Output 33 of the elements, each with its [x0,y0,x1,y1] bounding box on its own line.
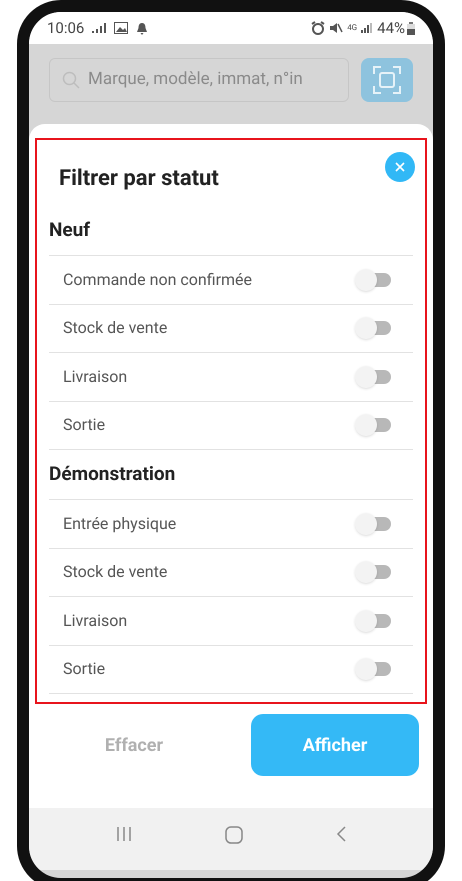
status-label: Sortie [63,414,106,436]
home-icon[interactable] [224,826,243,844]
close-button[interactable] [385,152,415,182]
search-icon [62,71,80,89]
status-label: Stock de vente [63,317,168,340]
status-label: Entrée physique [63,512,176,535]
status-label: Livraison [63,366,128,388]
close-icon [395,162,405,172]
image-icon [114,22,128,34]
battery-icon [407,22,415,34]
scan-icon [373,66,401,94]
bell-icon [136,22,148,34]
show-button[interactable]: Afficher [251,714,419,776]
scan-button[interactable] [361,58,413,102]
signal-icon [92,23,106,33]
battery-text: 44% [377,18,405,39]
recent-apps-icon[interactable] [116,826,132,842]
search-input[interactable]: Marque, modèle, immat, n°in [88,67,336,93]
status-label: Stock de vente [63,561,168,584]
status-label: Sortie [63,658,106,680]
section-heading: Neuf [49,217,90,244]
search-field[interactable]: Marque, modèle, immat, n°in [49,58,349,102]
clear-button[interactable]: Effacer [59,714,209,776]
sheet-title: Filtrer par statut [59,165,219,193]
back-icon[interactable] [336,826,346,842]
status-label: Livraison [63,610,128,632]
alarm-icon [311,21,326,35]
mute-icon [329,22,344,34]
status-label: Commande non confirmée [63,268,252,291]
clock-text: 10:06 [47,18,84,39]
signal-bars-icon [361,23,374,33]
section-heading: Démonstration [49,461,176,488]
network-text: 4G [347,24,358,32]
